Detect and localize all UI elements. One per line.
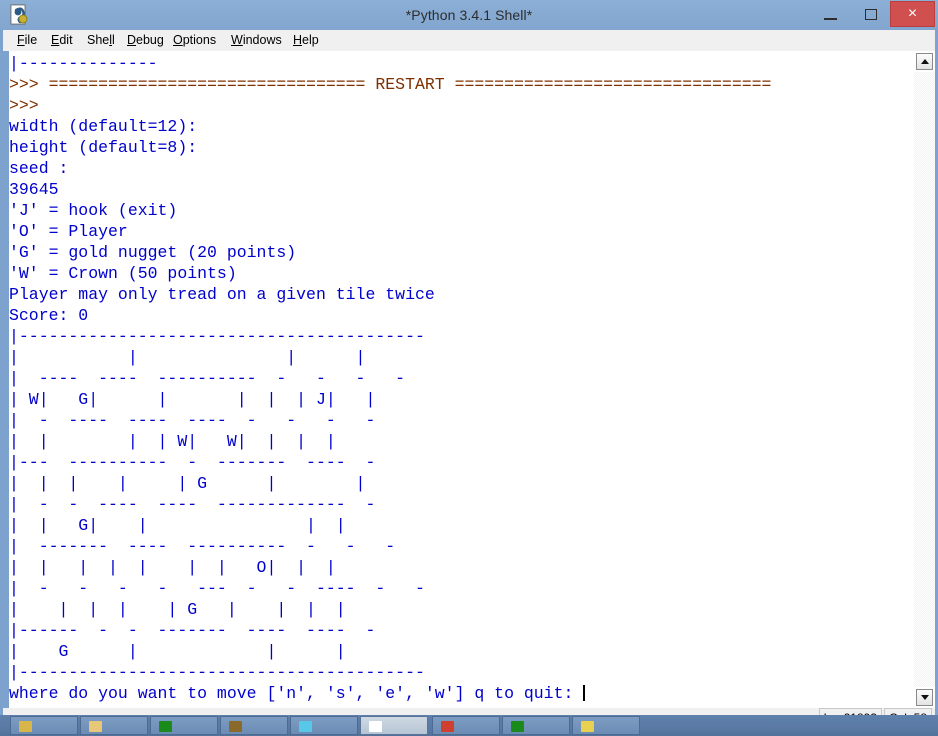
shell-line: height (default=8): — [9, 138, 198, 157]
close-button[interactable]: × — [890, 1, 935, 27]
scroll-up-arrow-icon[interactable] — [916, 53, 933, 70]
shell-line: | G | | | — [9, 642, 346, 661]
taskbar-item-2[interactable] — [80, 716, 148, 735]
taskbar-item-icon — [511, 721, 524, 732]
shell-line: | W| G| | | | | J| | — [9, 390, 376, 409]
shell-line: Player may only tread on a given tile tw… — [9, 285, 435, 304]
shell-line: | | | | | G | | | | — [9, 600, 346, 619]
shell-line: |--- ---------- - ------- ---- - — [9, 453, 376, 472]
shell-line: | - - - - --- - - ---- - - — [9, 579, 425, 598]
menu-debug[interactable]: Debug — [123, 32, 168, 49]
shell-line: | - - ---- ---- ------------- - — [9, 495, 376, 514]
shell-line: >>> ================================ RES… — [9, 75, 772, 94]
shell-line: 'O' = Player — [9, 222, 128, 241]
shell-line: seed : — [9, 159, 69, 178]
taskbar-item-icon — [159, 721, 172, 732]
shell-line: | | | | | G | | — [9, 474, 366, 493]
taskbar-item-5[interactable] — [290, 716, 358, 735]
taskbar-item-1[interactable] — [10, 716, 78, 735]
shell-line: |------ - - ------- ---- ---- - — [9, 621, 376, 640]
shell-line: |---------------------------------------… — [9, 327, 425, 346]
shell-line: | | | | — [9, 348, 366, 367]
shell-line: | | | | | | | O| | | — [9, 558, 336, 577]
shell-line: | | G| | | | — [9, 516, 346, 535]
shell-line: width (default=12): — [9, 117, 198, 136]
shell-line: 'J' = hook (exit) — [9, 201, 178, 220]
menu-edit[interactable]: Edit — [47, 32, 77, 49]
minimize-icon — [824, 18, 837, 20]
taskbar-item-icon — [19, 721, 32, 732]
shell-line: | ------- ---- ---------- - - - — [9, 537, 396, 556]
taskbar[interactable] — [0, 715, 938, 736]
taskbar-item-icon — [229, 721, 242, 732]
vertical-scrollbar[interactable] — [914, 51, 935, 708]
shell-line: |-------------- — [9, 54, 158, 73]
taskbar-item-3[interactable] — [150, 716, 218, 735]
maximize-button[interactable] — [851, 1, 892, 27]
scrollbar-track[interactable] — [914, 72, 935, 687]
menubar: File Edit Shell Debug Options Windows Help — [3, 30, 935, 52]
shell-line: 'G' = gold nugget (20 points) — [9, 243, 297, 262]
shell-line: | | | | W| W| | | | — [9, 432, 336, 451]
shell-line: |---------------------------------------… — [9, 663, 425, 682]
idle-shell-window: *Python 3.4.1 Shell* × File Edit Shell Debu… — [0, 0, 938, 727]
window-title: *Python 3.4.1 Shell* — [405, 7, 533, 23]
menu-windows[interactable]: Windows — [227, 32, 286, 49]
input-prompt[interactable]: where do you want to move ['n', 's', 'e'… — [9, 683, 914, 704]
shell-line: 39645 — [9, 180, 59, 199]
shell-line: 'W' = Crown (50 points) — [9, 264, 237, 283]
close-icon: × — [907, 5, 918, 22]
scroll-down-arrow-icon[interactable] — [916, 689, 933, 706]
menu-file[interactable]: File — [13, 32, 41, 49]
menu-options[interactable]: Options — [169, 32, 220, 49]
taskbar-item-icon — [581, 721, 594, 732]
taskbar-item-9[interactable] — [572, 716, 640, 735]
input-prompt-label: where do you want to move ['n', 's', 'e'… — [9, 684, 584, 703]
text-cursor — [583, 685, 586, 701]
taskbar-item-icon — [89, 721, 102, 732]
taskbar-item-icon — [299, 721, 312, 732]
menu-shell[interactable]: Shell — [83, 32, 119, 49]
shell-line: | ---- ---- ---------- - - - - — [9, 369, 406, 388]
shell-line: >>> — [9, 96, 49, 115]
menu-help[interactable]: Help — [289, 32, 323, 49]
taskbar-item-6[interactable] — [360, 716, 428, 735]
taskbar-item-icon — [441, 721, 454, 732]
taskbar-item-8[interactable] — [502, 716, 570, 735]
shell-text-area[interactable]: |-------------- >>> =====================… — [3, 51, 935, 708]
shell-line: Score: 0 — [9, 306, 89, 325]
shell-output[interactable]: |-------------- >>> =====================… — [9, 51, 914, 708]
shell-line: | - ---- ---- ---- - - - - — [9, 411, 376, 430]
window-titlebar[interactable]: *Python 3.4.1 Shell* × — [0, 0, 938, 30]
taskbar-item-4[interactable] — [220, 716, 288, 735]
taskbar-item-7[interactable] — [432, 716, 500, 735]
taskbar-item-icon — [369, 721, 382, 732]
minimize-button[interactable] — [810, 1, 851, 27]
maximize-icon — [865, 9, 877, 20]
